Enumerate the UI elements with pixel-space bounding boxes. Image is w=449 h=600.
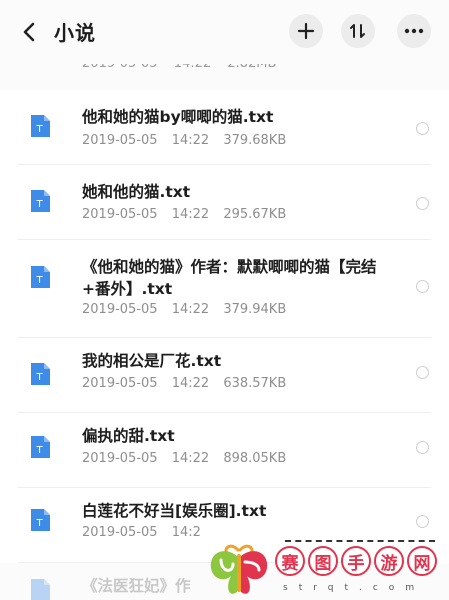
watermark-text: 赛 图 手 游 网: [275, 546, 440, 576]
file-size: 638.57KB: [223, 376, 287, 391]
svg-text:T: T: [35, 445, 43, 456]
file-meta: 2019-05-05 14:22 898.05KB: [82, 451, 296, 466]
file-time: 14:22: [171, 451, 210, 466]
list-item[interactable]: T 她和他的猫.txt 2019-05-05 14:22 295.67KB: [0, 165, 449, 240]
file-browser-screen: 小说 2019-05-05 14:22 2.82MB: [0, 0, 449, 600]
file-name: 白莲花不好当[娱乐圈].txt: [82, 502, 267, 520]
file-meta: 2019-05-05 14:22 379.94KB: [82, 302, 296, 317]
svg-text:T: T: [35, 275, 43, 286]
watermark-char: 手: [341, 546, 371, 576]
add-button[interactable]: [289, 14, 323, 48]
file-meta: 2019-05-05 14:22 379.68KB: [82, 133, 296, 148]
butterfly-logo-icon: [210, 544, 268, 594]
sort-button[interactable]: [341, 14, 375, 48]
file-meta: 2019-05-05 14:22 638.57KB: [82, 376, 296, 391]
file-size: 379.68KB: [223, 133, 287, 148]
file-time: 14:22: [171, 302, 210, 317]
file-name: 他和她的猫by唧唧的猫.txt: [82, 108, 274, 126]
text-file-icon: [31, 579, 50, 600]
file-date: 2019-05-05: [82, 207, 158, 222]
file-date: 2019-05-05: [82, 525, 158, 540]
svg-text:T: T: [35, 372, 43, 383]
watermark-char: 图: [308, 546, 338, 576]
watermark-char: 网: [407, 546, 437, 576]
watermark-char: 赛: [275, 546, 305, 576]
file-size: 295.67KB: [223, 207, 287, 222]
text-file-icon: T: [31, 115, 50, 137]
file-time: 14:2: [171, 525, 201, 540]
list-item[interactable]: T 我的相公是厂花.txt 2019-05-05 14:22 638.57KB: [0, 338, 449, 413]
file-date: 2019-05-05: [82, 451, 158, 466]
file-meta: 2019-05-05 14:22 295.67KB: [82, 207, 296, 222]
list-item[interactable]: T 他和她的猫by唧唧的猫.txt 2019-05-05 14:22 379.6…: [0, 90, 449, 165]
page-title: 小说: [54, 21, 96, 45]
file-date: 2019-05-05: [82, 133, 158, 148]
file-time: 14:22: [171, 133, 210, 148]
file-name: 我的相公是厂花.txt: [82, 352, 222, 370]
back-button[interactable]: [16, 18, 44, 46]
file-size: 898.05KB: [223, 451, 287, 466]
file-name-partial: 《法医狂妃》作: [82, 577, 191, 595]
list-item[interactable]: T 偏执的甜.txt 2019-05-05 14:22 898.05KB: [0, 413, 449, 488]
select-radio[interactable]: [416, 122, 429, 135]
top-app-bar: 小说: [0, 0, 449, 64]
select-radio[interactable]: [416, 515, 429, 528]
select-radio[interactable]: [416, 366, 429, 379]
watermark-domain: strqt.com: [283, 583, 426, 593]
text-file-icon: T: [31, 509, 50, 531]
text-file-icon: T: [31, 363, 50, 385]
file-time: 14:22: [171, 376, 210, 391]
file-name: 《他和她的猫》作者：默默唧唧的猫【完结+番外】.txt: [82, 258, 377, 298]
file-date: 2019-05-05: [82, 302, 158, 317]
watermark-char: 游: [374, 546, 404, 576]
select-radio[interactable]: [416, 280, 429, 293]
file-name: 偏执的甜.txt: [82, 427, 175, 445]
more-button[interactable]: [397, 14, 431, 48]
file-meta: 2019-05-05 14:2: [82, 525, 221, 540]
text-file-icon: T: [31, 190, 50, 212]
list-item[interactable]: T 《他和她的猫》作者：默默唧唧的猫【完结+番外】.txt 2019-05-05…: [0, 240, 449, 338]
file-size: 379.94KB: [223, 302, 287, 317]
more-horizontal-icon: [404, 28, 424, 34]
select-radio[interactable]: [416, 441, 429, 454]
svg-text:T: T: [35, 124, 43, 135]
plus-icon: [297, 22, 315, 40]
select-radio[interactable]: [416, 197, 429, 210]
file-time: 14:22: [171, 207, 210, 222]
svg-text:T: T: [35, 518, 43, 529]
watermark-logo: 赛 图 手 游 网 strqt.com: [205, 540, 449, 600]
sort-icon: [350, 24, 365, 38]
text-file-icon: T: [31, 436, 50, 458]
file-name: 她和他的猫.txt: [82, 183, 191, 201]
file-date: 2019-05-05: [82, 376, 158, 391]
chevron-left-icon: [23, 22, 35, 42]
svg-text:T: T: [35, 199, 43, 210]
text-file-icon: T: [31, 266, 50, 288]
